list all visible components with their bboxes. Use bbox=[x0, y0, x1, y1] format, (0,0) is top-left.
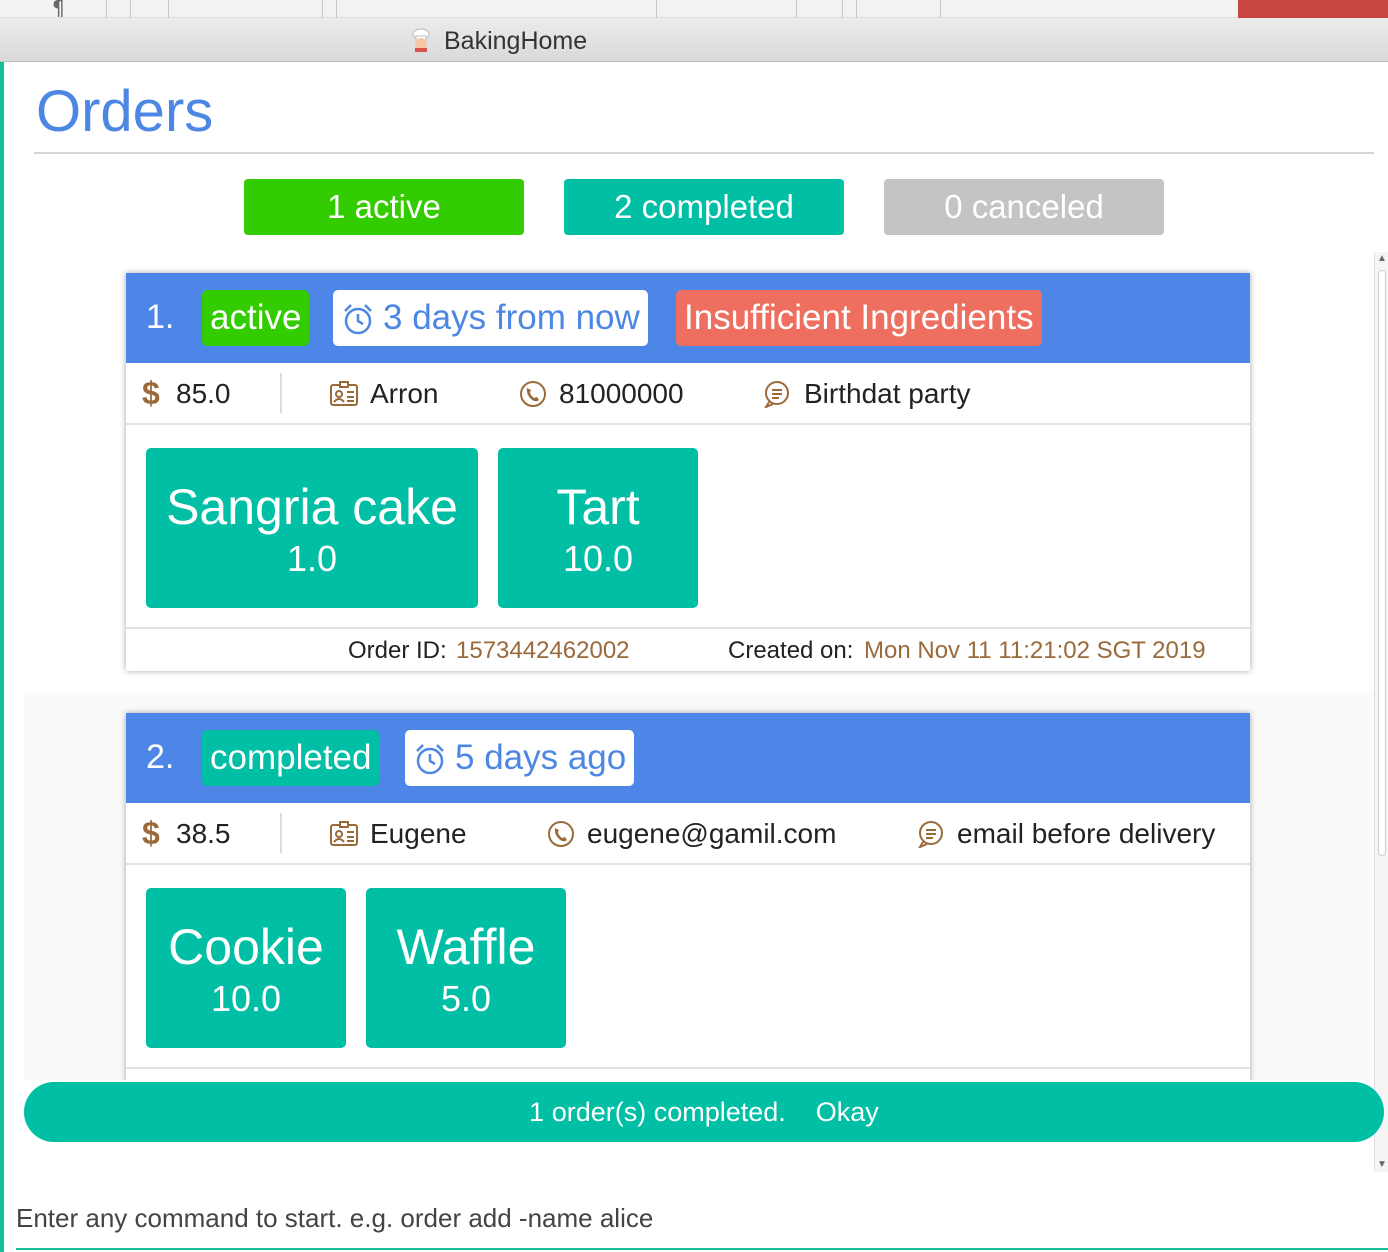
toolbar-divider bbox=[130, 0, 131, 18]
order-remark: email before delivery bbox=[957, 818, 1216, 849]
item-quantity: 10.0 bbox=[562, 538, 634, 579]
order-item-tile[interactable]: Waffle 5.0 bbox=[366, 888, 566, 1048]
order-card-header: 2. completed 5 days ago bbox=[126, 713, 1250, 803]
scroll-up-icon[interactable]: ▲ bbox=[1377, 254, 1387, 264]
phone-icon bbox=[520, 381, 546, 407]
toolbar-divider bbox=[656, 0, 657, 18]
status-badge: completed bbox=[202, 730, 380, 786]
due-time-badge: 5 days ago bbox=[405, 730, 635, 786]
title-divider bbox=[34, 152, 1374, 154]
page-title: Orders bbox=[36, 79, 214, 144]
order-info-row: $ 85.0 Arron 81000000 Birthdat party bbox=[126, 363, 1250, 425]
order-id-value: 1573442462002 bbox=[456, 637, 630, 664]
toast-message: 1 order(s) completed. bbox=[529, 1097, 786, 1127]
due-time-text: 5 days ago bbox=[455, 738, 627, 777]
item-quantity: 5.0 bbox=[440, 978, 492, 1019]
item-quantity: 1.0 bbox=[286, 538, 338, 579]
toolbar-divider bbox=[796, 0, 797, 18]
created-on-label: Created on: bbox=[728, 637, 854, 664]
order-info-row: $ 38.5 Eugene eugene@gamil.com email bef… bbox=[126, 803, 1250, 865]
chef-icon bbox=[412, 28, 430, 52]
order-item-tile[interactable]: Sangria cake 1.0 bbox=[146, 448, 478, 608]
id-card-icon bbox=[330, 821, 358, 846]
item-name: Cookie bbox=[168, 919, 324, 975]
remark-icon bbox=[764, 381, 789, 408]
order-footer: Order ID: 1573442462002 Created on: Mon … bbox=[126, 629, 1250, 671]
alarm-clock-icon bbox=[344, 304, 372, 335]
command-input[interactable]: Enter any command to start. e.g. order a… bbox=[16, 1203, 653, 1234]
order-items: Cookie 10.0 Waffle 5.0 bbox=[126, 865, 1250, 1069]
info-divider bbox=[280, 813, 282, 853]
window-title: BakingHome bbox=[444, 27, 588, 55]
customer-contact: 81000000 bbox=[559, 378, 684, 409]
item-quantity: 10.0 bbox=[210, 978, 282, 1019]
order-card-header: 1. active 3 days from now Insufficient I… bbox=[126, 273, 1250, 363]
order-index: 1. bbox=[146, 298, 175, 336]
order-item-tile[interactable]: Cookie 10.0 bbox=[146, 888, 346, 1048]
toolbar-divider bbox=[322, 0, 323, 18]
due-time-text: 3 days from now bbox=[383, 298, 640, 337]
order-id-label: Order ID: bbox=[348, 637, 447, 664]
alarm-clock-icon bbox=[416, 744, 444, 775]
due-time-badge: 3 days from now bbox=[333, 290, 648, 346]
window-title-bar: BakingHome bbox=[0, 18, 1388, 62]
item-name: Tart bbox=[556, 479, 640, 535]
phone-icon bbox=[548, 821, 574, 847]
order-list-viewport: 2. completed 5 days ago $ 38.5 Eugene eu… bbox=[0, 700, 1374, 1080]
id-card-icon bbox=[330, 381, 358, 406]
scrollbar-thumb[interactable] bbox=[1378, 270, 1386, 856]
pilcrow-icon: ¶ bbox=[52, 0, 65, 20]
item-name: Waffle bbox=[396, 919, 536, 975]
order-item-tile[interactable]: Tart 10.0 bbox=[498, 448, 698, 608]
order-list-scrollbar[interactable]: ▲ ▼ bbox=[1374, 252, 1388, 1172]
order-remark: Birthdat party bbox=[804, 378, 971, 409]
toolbar-divider bbox=[856, 0, 857, 18]
customer-contact: eugene@gamil.com bbox=[587, 818, 837, 849]
remark-icon bbox=[918, 821, 943, 848]
scroll-down-icon[interactable]: ▼ bbox=[1377, 1160, 1387, 1170]
order-items: Sangria cake 1.0 Tart 10.0 bbox=[126, 425, 1250, 629]
item-name: Sangria cake bbox=[166, 479, 458, 535]
toolbar-divider bbox=[106, 0, 107, 18]
completed-count-button[interactable]: 2 completed bbox=[564, 179, 844, 235]
toolbar-divider bbox=[940, 0, 941, 18]
customer-name: Eugene bbox=[370, 818, 467, 849]
order-price: 38.5 bbox=[176, 818, 231, 849]
info-divider bbox=[280, 373, 282, 413]
toolbar-red-block bbox=[1238, 0, 1388, 18]
order-price: 85.0 bbox=[176, 378, 231, 409]
order-card[interactable]: 2. completed 5 days ago $ 38.5 Eugene eu… bbox=[126, 713, 1250, 1080]
order-index: 2. bbox=[146, 738, 175, 776]
toolbar-divider bbox=[842, 0, 843, 18]
status-badge: active bbox=[202, 290, 310, 346]
result-toast: 1 order(s) completed. Okay bbox=[24, 1082, 1384, 1142]
toolbar-divider bbox=[168, 0, 169, 18]
dollar-icon: $ bbox=[142, 375, 160, 411]
command-input-underline bbox=[16, 1248, 1388, 1250]
toolbar-divider bbox=[336, 0, 337, 18]
canceled-count-button[interactable]: 0 canceled bbox=[884, 179, 1164, 235]
os-toolbar-strip: ¶ bbox=[0, 0, 1388, 20]
active-count-button[interactable]: 1 active bbox=[244, 179, 524, 235]
dollar-icon: $ bbox=[142, 815, 160, 851]
warning-badge: Insufficient Ingredients bbox=[676, 290, 1042, 346]
toast-okay-button[interactable]: Okay bbox=[816, 1097, 879, 1127]
customer-name: Arron bbox=[370, 378, 439, 409]
order-card[interactable]: 1. active 3 days from now Insufficient I… bbox=[126, 273, 1250, 671]
created-on-value: Mon Nov 11 11:21:02 SGT 2019 bbox=[864, 637, 1206, 664]
